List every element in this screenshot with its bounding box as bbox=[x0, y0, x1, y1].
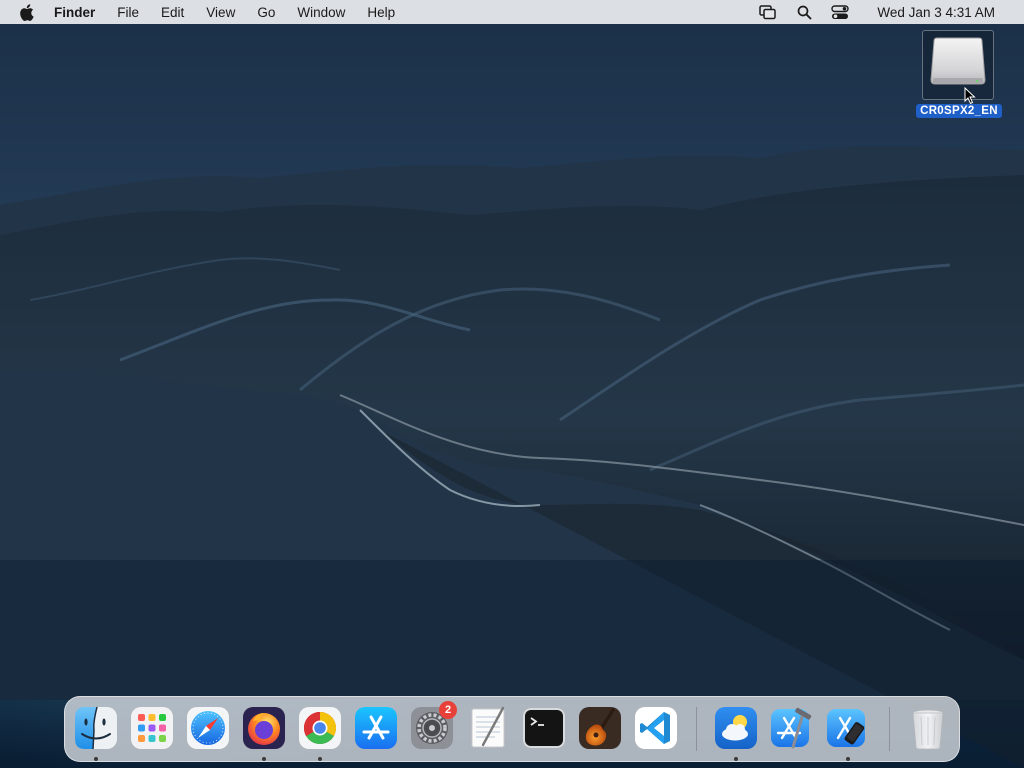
running-indicator bbox=[318, 757, 322, 761]
menu-file[interactable]: File bbox=[106, 0, 150, 24]
dock-garageband[interactable] bbox=[577, 705, 623, 751]
spotlight-search-icon[interactable] bbox=[794, 3, 814, 21]
dock-firefox[interactable] bbox=[241, 705, 287, 761]
dock-textedit[interactable] bbox=[465, 705, 511, 751]
control-center-icon[interactable] bbox=[830, 3, 850, 21]
menu-window[interactable]: Window bbox=[286, 0, 356, 24]
menu-app-finder[interactable]: Finder bbox=[46, 0, 106, 24]
running-indicator bbox=[734, 757, 738, 761]
chrome-icon bbox=[297, 705, 343, 751]
apple-menu-icon[interactable] bbox=[16, 2, 36, 22]
running-indicator bbox=[262, 757, 266, 761]
dock-vscode[interactable] bbox=[633, 705, 679, 751]
terminal-icon bbox=[521, 705, 567, 751]
dock-launchpad[interactable] bbox=[129, 705, 175, 751]
mouse-cursor-icon bbox=[964, 86, 976, 110]
dock: 2 bbox=[64, 696, 960, 762]
notification-badge: 2 bbox=[439, 701, 457, 719]
desktop-wallpaper bbox=[0, 0, 1024, 768]
menu-go[interactable]: Go bbox=[246, 0, 286, 24]
dock-simulator[interactable] bbox=[825, 705, 871, 761]
screen-mirroring-icon[interactable] bbox=[758, 3, 778, 21]
dock-xcode[interactable] bbox=[769, 705, 815, 751]
dock-separator bbox=[696, 707, 697, 751]
launchpad-icon bbox=[129, 705, 175, 751]
menu-bar: Finder File Edit View Go Window Help Wed… bbox=[0, 0, 1024, 24]
app-store-icon bbox=[353, 705, 399, 751]
dock-system-preferences[interactable]: 2 bbox=[409, 701, 457, 751]
drive-selection-box[interactable] bbox=[922, 30, 994, 100]
firefox-icon bbox=[241, 705, 287, 751]
external-drive-icon bbox=[927, 32, 989, 99]
simulator-icon bbox=[825, 705, 871, 751]
dock-app-store[interactable] bbox=[353, 705, 399, 751]
running-indicator bbox=[94, 757, 98, 761]
finder-icon bbox=[73, 705, 119, 751]
dock-chrome[interactable] bbox=[297, 705, 343, 761]
vscode-icon bbox=[633, 705, 679, 751]
textedit-icon bbox=[465, 705, 511, 751]
safari-icon bbox=[185, 705, 231, 751]
weather-icon bbox=[713, 705, 759, 751]
dock-finder[interactable] bbox=[73, 705, 119, 761]
menu-help[interactable]: Help bbox=[356, 0, 406, 24]
garageband-icon bbox=[577, 705, 623, 751]
menu-view[interactable]: View bbox=[195, 0, 246, 24]
dock-weather[interactable] bbox=[713, 705, 759, 761]
dock-safari[interactable] bbox=[185, 705, 231, 751]
menu-edit[interactable]: Edit bbox=[150, 0, 195, 24]
dock-separator bbox=[889, 707, 890, 751]
drive-label[interactable]: CR0SPX2_EN bbox=[916, 104, 1002, 118]
trash-icon bbox=[905, 705, 951, 751]
desktop-drive[interactable]: CR0SPX2_EN bbox=[914, 30, 1004, 118]
dock-trash[interactable] bbox=[905, 705, 951, 751]
menu-bar-clock[interactable]: Wed Jan 3 4:31 AM bbox=[866, 0, 1006, 24]
dock-terminal[interactable] bbox=[521, 705, 567, 751]
running-indicator bbox=[846, 757, 850, 761]
xcode-icon bbox=[769, 705, 815, 751]
